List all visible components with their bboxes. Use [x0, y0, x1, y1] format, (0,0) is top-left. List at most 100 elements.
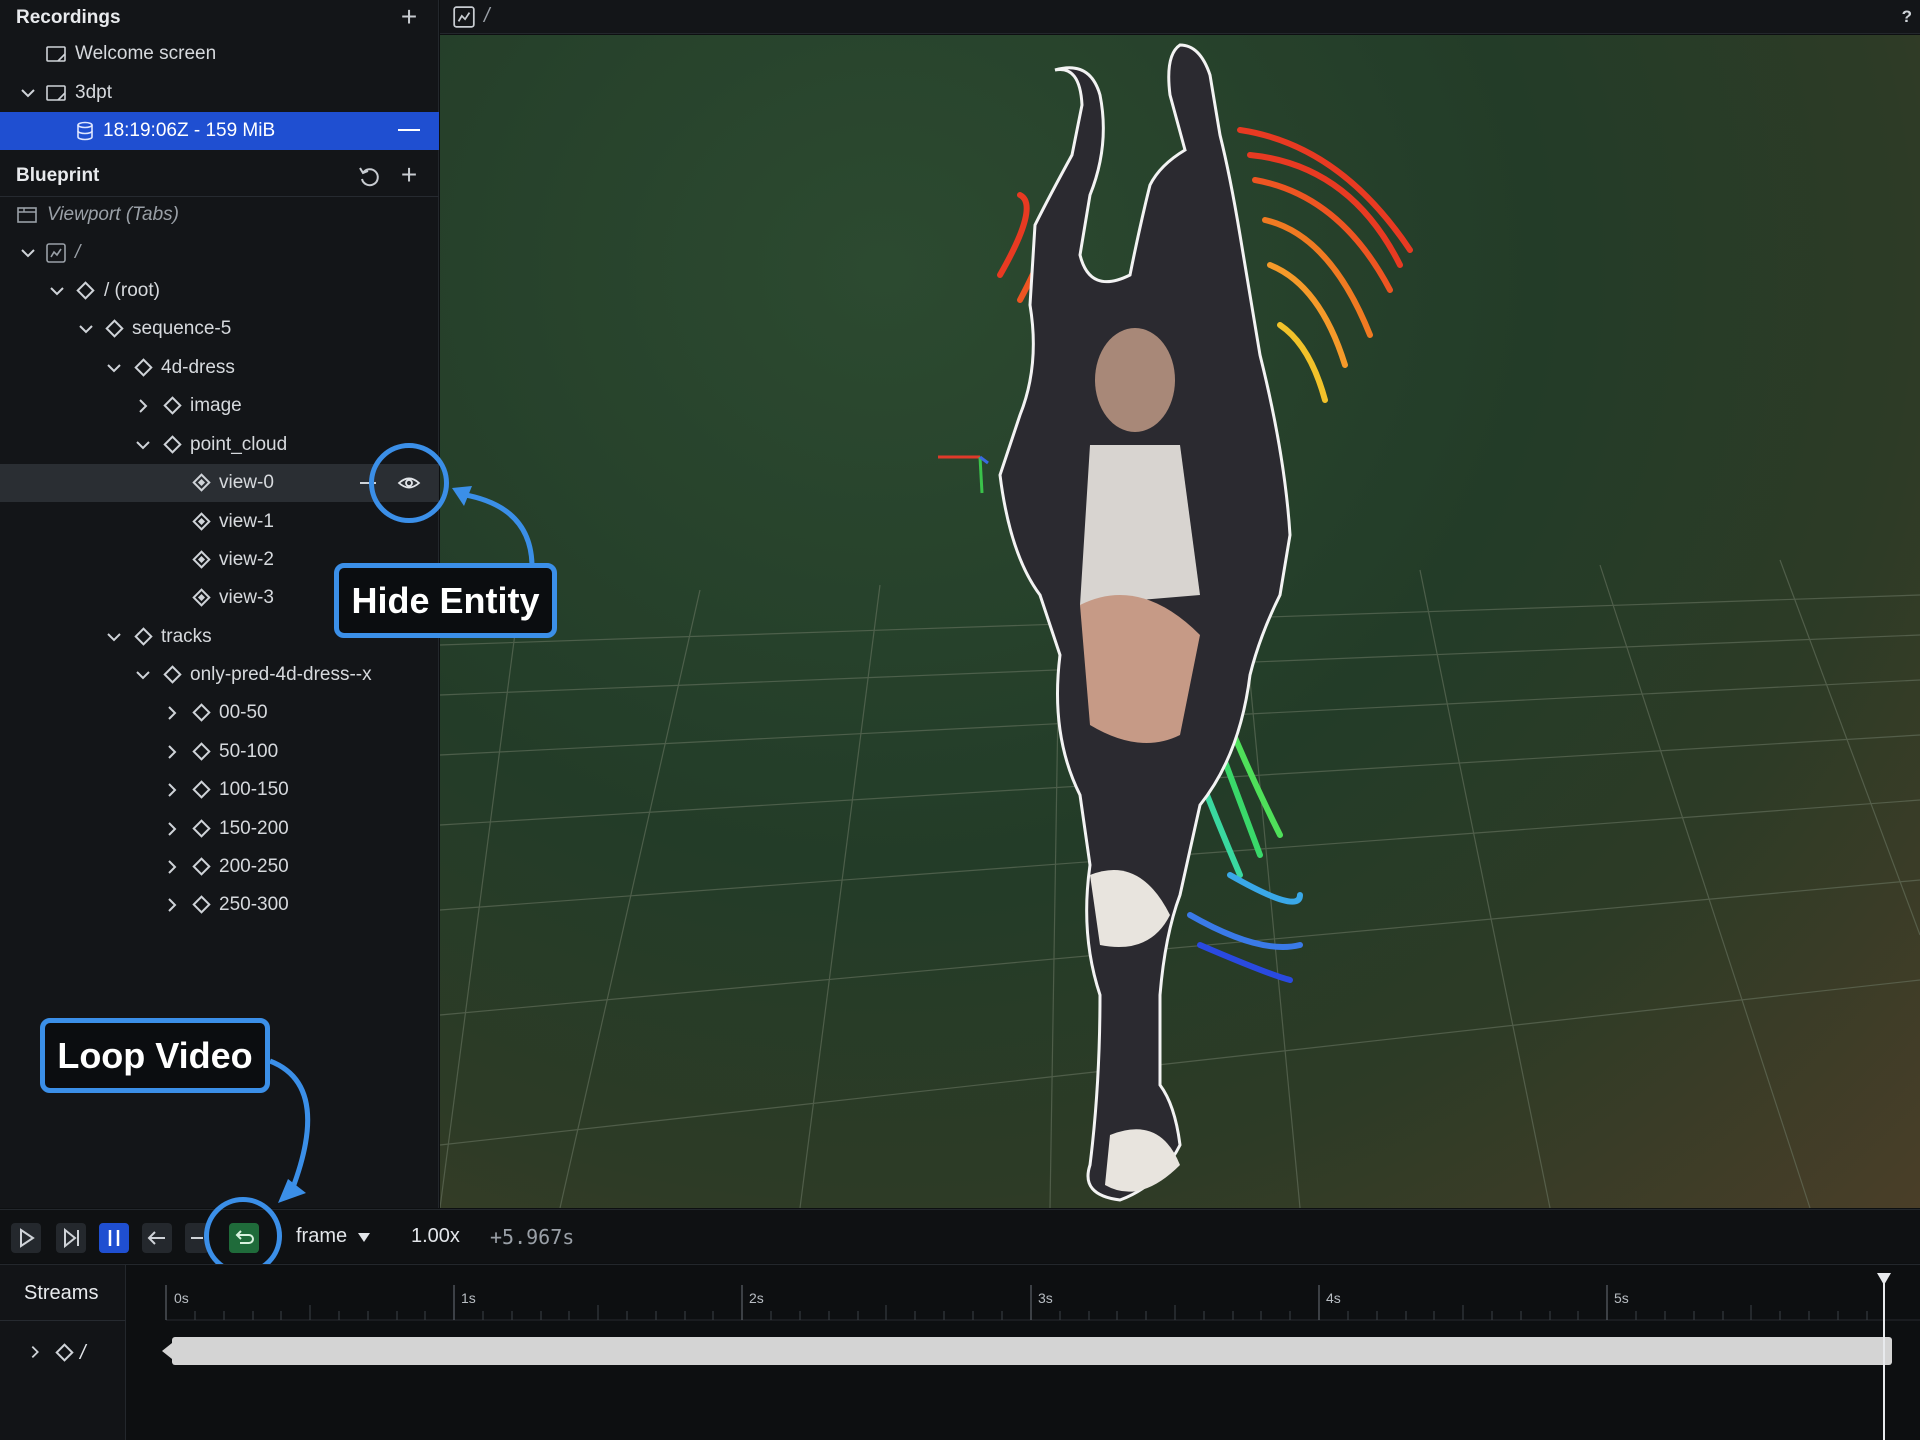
chevron-down-icon[interactable]: [104, 627, 124, 647]
blueprint-header: Blueprint +: [0, 158, 439, 194]
tick-label: 0s: [174, 1290, 189, 1306]
chevron-right-icon[interactable]: [162, 895, 182, 915]
axes-gizmo: [938, 455, 989, 494]
recording-item-label: 3dpt: [75, 82, 112, 103]
tree-item-range-100-150[interactable]: 100-150: [0, 771, 439, 809]
entity-diamond-icon: [163, 435, 182, 454]
chevron-down-icon[interactable]: [133, 665, 153, 685]
chevron-right-icon[interactable]: [26, 1343, 44, 1361]
chevron-right-icon[interactable]: [162, 857, 182, 877]
step-forward-button[interactable]: [56, 1223, 86, 1253]
chevron-down-icon[interactable]: [104, 358, 124, 378]
chevron-right-icon[interactable]: [162, 703, 182, 723]
recordings-title: Recordings: [16, 7, 121, 28]
step-forward-icon: [64, 1227, 79, 1249]
chevron-down-icon[interactable]: [18, 243, 38, 263]
reset-icon[interactable]: [357, 164, 381, 188]
add-recording-plus-icon[interactable]: +: [395, 3, 423, 32]
entity-diamond-icon: [134, 627, 153, 646]
chevron-right-icon[interactable]: [162, 819, 182, 839]
step-back-button[interactable]: [142, 1223, 172, 1253]
database-icon: [77, 121, 93, 141]
dropdown-caret-icon[interactable]: [357, 1231, 371, 1243]
recording-item-selected[interactable]: 18:19:06Z - 159 MiB: [0, 112, 439, 150]
tree-item-image[interactable]: image: [0, 387, 439, 425]
timeline-panel: Streams / 0s 1s 2s 3s 4s 5s: [0, 1264, 1920, 1440]
arrow-left-icon: [147, 1231, 165, 1245]
hide-entity-arrow-icon: [452, 486, 535, 565]
loop-video-arrow-icon: [269, 1058, 311, 1203]
play-icon: [20, 1228, 35, 1248]
chevron-down-icon[interactable]: [133, 435, 153, 455]
playhead-handle[interactable]: [1877, 1273, 1891, 1285]
chevron-down-icon[interactable]: [18, 83, 38, 103]
loop-video-callout: Loop Video: [40, 1018, 270, 1093]
tree-item-label: view-0: [219, 472, 274, 493]
add-view-plus-icon[interactable]: +: [395, 161, 423, 190]
tree-item-label: point_cloud: [190, 434, 288, 455]
tree-item-range-250-300[interactable]: 250-300: [0, 886, 439, 924]
playback-speed[interactable]: 1.00x: [411, 1225, 460, 1248]
stream-start-marker: [162, 1343, 172, 1359]
hide-entity-callout-text: Hide Entity: [351, 579, 540, 621]
entity-diamond-icon: [192, 780, 211, 799]
play-button[interactable]: [11, 1223, 41, 1253]
blueprint-viewport-root[interactable]: Viewport (Tabs): [0, 196, 439, 234]
entity-diamond-filled-icon: [192, 588, 211, 607]
stream-root-label[interactable]: /: [80, 1342, 86, 1365]
tree-item-sequence-5[interactable]: sequence-5: [0, 310, 439, 348]
time-offset[interactable]: +5.967s: [490, 1225, 574, 1249]
streams-sidebar: Streams /: [0, 1265, 126, 1440]
chevron-right-icon[interactable]: [133, 396, 153, 416]
person-point-cloud: [998, 43, 1292, 1202]
tree-item-point-cloud[interactable]: point_cloud: [0, 426, 439, 464]
entity-diamond-icon: [163, 665, 182, 684]
tree-item-root[interactable]: / (root): [0, 272, 439, 310]
tree-item-range-150-200[interactable]: 150-200: [0, 810, 439, 848]
viewport-breadcrumb[interactable]: /: [484, 5, 490, 28]
view-icon: [453, 6, 475, 28]
spatial-3d-view[interactable]: [440, 35, 1920, 1208]
tree-item-label: view-2: [219, 549, 274, 570]
timeline-selector[interactable]: frame: [296, 1225, 347, 1248]
pause-icon: [108, 1230, 120, 1246]
tree-item-label: view-1: [219, 511, 274, 532]
remove-recording-icon[interactable]: [398, 129, 420, 131]
playback-controls: frame 1.00x +5.967s: [0, 1197, 1920, 1275]
chevron-right-icon[interactable]: [162, 742, 182, 762]
pause-button[interactable]: [99, 1223, 129, 1253]
recording-item-3dpt[interactable]: 3dpt: [0, 74, 439, 112]
entity-diamond-icon: [55, 1343, 74, 1362]
time-ruler[interactable]: [150, 1265, 1920, 1440]
tree-item-range-00-50[interactable]: 00-50: [0, 694, 439, 732]
recording-item-welcome[interactable]: Welcome screen: [0, 35, 439, 73]
tick-label: 2s: [749, 1290, 764, 1306]
entity-diamond-icon: [192, 857, 211, 876]
viewport-label: Viewport (Tabs): [47, 204, 180, 225]
entity-diamond-icon: [105, 319, 124, 338]
window-icon: [46, 85, 66, 101]
chevron-right-icon[interactable]: [162, 780, 182, 800]
help-button[interactable]: ?: [1902, 7, 1912, 27]
streams-label: Streams: [24, 1282, 99, 1304]
tree-item-root-view[interactable]: /: [0, 234, 439, 272]
recordings-header: Recordings +: [0, 0, 439, 36]
viewport-tab-bar: / ?: [440, 0, 1920, 34]
recording-item-label: Welcome screen: [75, 43, 217, 64]
tree-item-4d-dress[interactable]: 4d-dress: [0, 349, 439, 387]
stream-data-bar[interactable]: [172, 1337, 1892, 1365]
tree-item-range-50-100[interactable]: 50-100: [0, 733, 439, 771]
tree-item-view-1[interactable]: view-1: [0, 503, 439, 541]
tick-label: 4s: [1326, 1290, 1341, 1306]
tree-item-only-pred[interactable]: only-pred-4d-dress--x: [0, 656, 439, 694]
tree-item-label: 250-300: [219, 894, 289, 915]
entity-diamond-icon: [76, 281, 95, 300]
entity-diamond-icon: [192, 703, 211, 722]
window-icon: [46, 46, 66, 62]
tree-item-label: 00-50: [219, 702, 268, 723]
tree-item-label: image: [190, 395, 242, 416]
tree-item-range-200-250[interactable]: 200-250: [0, 848, 439, 886]
chevron-down-icon[interactable]: [47, 281, 67, 301]
loop-video-callout-text: Loop Video: [57, 1034, 253, 1076]
chevron-down-icon[interactable]: [76, 319, 96, 339]
